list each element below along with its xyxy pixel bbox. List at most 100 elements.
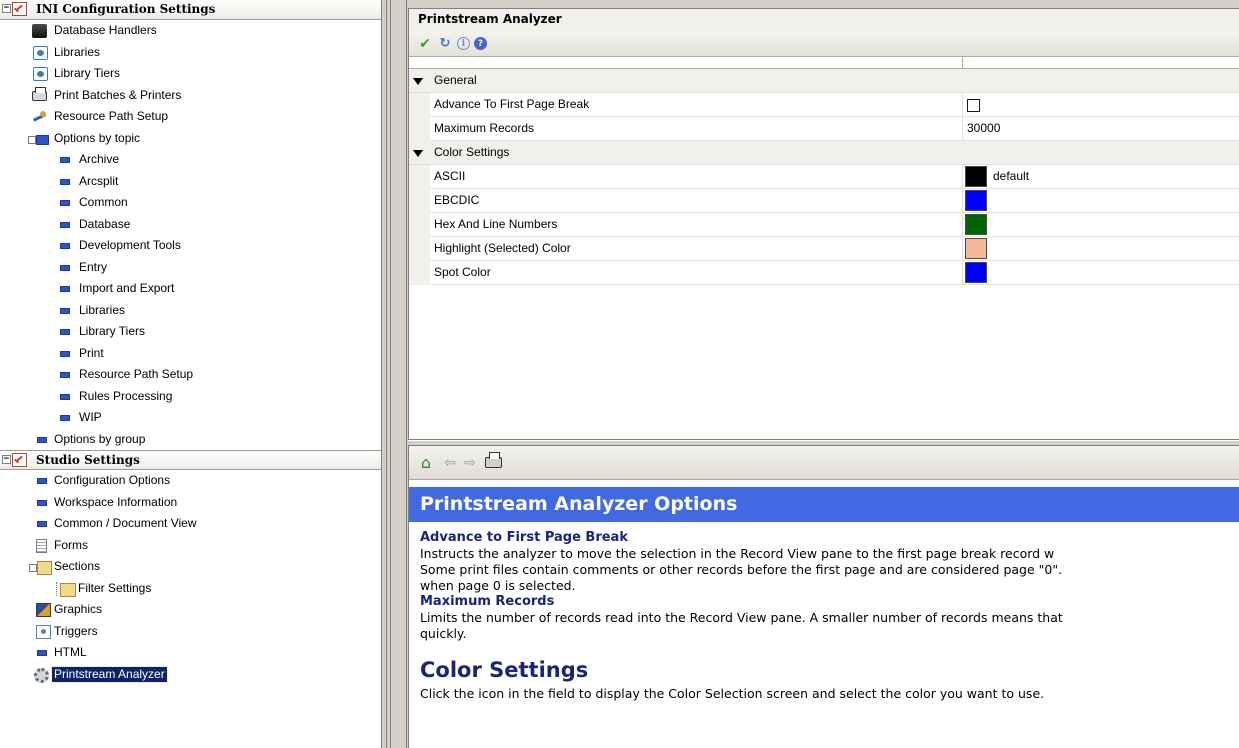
color-swatch[interactable] (965, 238, 987, 259)
tree-item-filter-settings[interactable]: Filter Settings (0, 578, 381, 600)
color-swatch[interactable] (965, 190, 987, 211)
tree-item-forms[interactable]: Forms (0, 535, 381, 557)
bullet-icon (60, 372, 70, 378)
ini-settings-header[interactable]: − INI Configuration Settings (0, 0, 381, 20)
collapse-icon[interactable]: − (2, 4, 11, 13)
filter-icon (56, 581, 76, 597)
tree-item-resource-path-setup[interactable]: Resource Path Setup (0, 106, 381, 128)
help-banner: Printstream Analyzer Options (409, 487, 1239, 522)
topic-item[interactable]: Arcsplit (0, 171, 381, 193)
library-icon (33, 67, 48, 81)
bullet-icon (60, 200, 70, 206)
advance-checkbox[interactable] (967, 99, 980, 112)
refresh-icon[interactable]: ↻ (437, 36, 453, 52)
property-hex-line-numbers-color[interactable]: Hex And Line Numbers (409, 213, 1239, 237)
property-ascii-color[interactable]: ASCII default (409, 165, 1239, 189)
property-maximum-records[interactable]: Maximum Records 30000 (409, 117, 1239, 141)
topic-item[interactable]: Resource Path Setup (0, 364, 381, 386)
bullet-icon (37, 478, 47, 484)
form-icon (36, 538, 47, 553)
info-icon[interactable]: i (457, 37, 470, 50)
topic-item[interactable]: Libraries (0, 300, 381, 322)
triggers-icon (36, 624, 51, 639)
settings-tree: − INI Configuration Settings Database Ha… (0, 0, 382, 748)
bullet-icon (60, 221, 70, 228)
tree-item-database-handlers[interactable]: Database Handlers (0, 20, 381, 42)
help-toolbar: ⌂ ⇦ ⇨ (409, 446, 1239, 480)
bullet-icon (60, 286, 70, 292)
color-settings-heading: Color Settings (420, 658, 589, 682)
property-spot-color[interactable]: Spot Color (409, 261, 1239, 285)
tree-item-workspace-information[interactable]: Workspace Information (0, 492, 381, 514)
forward-icon[interactable]: ⇨ (463, 453, 477, 473)
collapse-triangle-icon[interactable] (413, 78, 423, 85)
topic-item[interactable]: Print (0, 343, 381, 365)
help-text: Limits the number of records read into t… (420, 610, 1063, 625)
library-icon (33, 45, 48, 60)
tree-item-triggers[interactable]: Triggers (0, 621, 381, 643)
bullet-icon (60, 415, 70, 421)
topic-item[interactable]: Archive (0, 149, 381, 171)
topic-item[interactable]: Common (0, 192, 381, 214)
tree-item-html[interactable]: HTML (0, 642, 381, 664)
printer-icon (32, 86, 47, 101)
tree-item-library-tiers[interactable]: Library Tiers (0, 63, 381, 85)
property-advance-first-page-break[interactable]: Advance To First Page Break (409, 93, 1239, 117)
help-icon[interactable]: ? (474, 37, 487, 50)
studio-settings-header[interactable]: − Studio Settings (0, 450, 381, 470)
color-swatch[interactable] (965, 214, 987, 235)
folder-open-icon (28, 133, 49, 145)
tree-item-print-batches[interactable]: Print Batches & Printers (0, 85, 381, 107)
tree-item-sections[interactable]: Sections (0, 556, 381, 578)
help-pane: ⌂ ⇦ ⇨ Printstream Analyzer Options Advan… (408, 446, 1239, 748)
help-text: Some print files contain comments or oth… (420, 562, 1063, 577)
home-icon[interactable]: ⌂ (415, 453, 437, 473)
bullet-icon (60, 178, 70, 185)
property-ebcdic-color[interactable]: EBCDIC (409, 189, 1239, 213)
topic-item[interactable]: Entry (0, 257, 381, 279)
topic-item[interactable]: Rules Processing (0, 386, 381, 408)
vertical-splitter[interactable] (382, 0, 408, 748)
tree-item-options-by-group[interactable]: Options by group (0, 429, 381, 451)
resource-path-icon (32, 110, 47, 124)
color-rows: ASCII default EBCDIC Hex And Line Number… (409, 165, 1239, 285)
tree-item-libraries[interactable]: Libraries (0, 42, 381, 64)
maximum-records-value[interactable]: 30000 (967, 117, 1000, 140)
help-text: Instructs the analyzer to move the selec… (420, 546, 1055, 561)
bullet-icon (60, 264, 70, 271)
help-text: quickly. (420, 626, 467, 641)
topic-item[interactable]: Development Tools (0, 235, 381, 257)
bullet-icon (37, 436, 47, 443)
category-general[interactable]: General (409, 69, 1239, 93)
category-color-settings[interactable]: Color Settings (409, 141, 1239, 165)
column-header (409, 57, 1239, 69)
help-text: when page 0 is selected. (420, 578, 576, 593)
bullet-icon (60, 243, 70, 249)
bullet-icon (60, 350, 70, 357)
check-icon[interactable]: ✔ (417, 36, 433, 52)
property-panel: Printstream Analyzer ✔ ↻ i ? General Adv… (408, 8, 1239, 440)
tree-item-common-document-view[interactable]: Common / Document View (0, 513, 381, 535)
help-body: Advance to First Page Break Instructs th… (409, 522, 1239, 702)
topic-item[interactable]: Database (0, 214, 381, 236)
settings-check-icon (12, 453, 27, 467)
panel-title: Printstream Analyzer (409, 9, 1239, 31)
property-toolbar: ✔ ↻ i ? (409, 31, 1239, 57)
property-highlight-color[interactable]: Highlight (Selected) Color (409, 237, 1239, 261)
gear-icon (34, 667, 49, 683)
color-swatch[interactable] (965, 262, 987, 283)
bullet-icon (60, 157, 70, 163)
tree-item-options-by-topic[interactable]: Options by topic (0, 128, 381, 150)
tree-item-configuration-options[interactable]: Configuration Options (0, 470, 381, 492)
back-icon[interactable]: ⇦ (443, 453, 457, 473)
tree-item-graphics[interactable]: Graphics (0, 599, 381, 621)
topic-item[interactable]: Library Tiers (0, 321, 381, 343)
color-swatch[interactable] (965, 166, 987, 187)
topic-item[interactable]: WIP (0, 407, 381, 429)
collapse-icon[interactable]: − (2, 455, 11, 464)
topic-item[interactable]: Import and Export (0, 278, 381, 300)
tree-item-printstream-analyzer[interactable]: Printstream Analyzer (0, 664, 381, 686)
help-text: Click the icon in the field to display t… (420, 686, 1045, 701)
collapse-triangle-icon[interactable] (413, 150, 423, 157)
print-icon[interactable] (483, 452, 503, 473)
